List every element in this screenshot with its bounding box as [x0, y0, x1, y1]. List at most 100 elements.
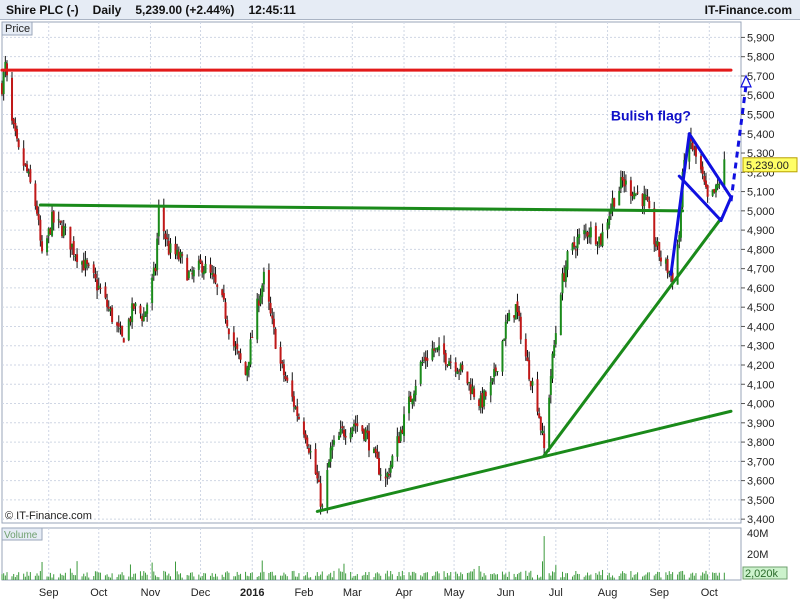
candle-body [169, 243, 172, 253]
y-tick-label: 3,400 [747, 514, 775, 526]
candle-body [29, 169, 32, 183]
candle-body [166, 237, 169, 240]
candle-body [57, 219, 60, 221]
x-tick-label: Aug [598, 587, 618, 599]
y-tick-label: 3,800 [747, 437, 775, 449]
candle-body [559, 294, 562, 335]
candle-body [122, 338, 125, 343]
candle-body [96, 279, 99, 291]
candle-body [421, 361, 424, 363]
candle-body [106, 299, 109, 307]
candle-body [337, 435, 340, 440]
y-tick-label: 4,100 [747, 379, 775, 391]
candle-body [316, 472, 319, 479]
volume-axis-label: 40M [747, 528, 768, 540]
y-tick-label: 4,000 [747, 399, 775, 411]
candle-body [104, 286, 107, 298]
candle-body [34, 183, 37, 207]
candle-body [634, 193, 637, 195]
candle-body [723, 159, 726, 186]
y-tick-label: 4,200 [747, 360, 775, 372]
y-tick-label: 3,500 [747, 495, 775, 507]
candle-body [636, 192, 639, 194]
candle-body [531, 381, 534, 386]
candle-body [86, 260, 89, 265]
x-tick-label: Feb [294, 587, 313, 599]
candle-body [317, 479, 320, 483]
candle-body [46, 238, 49, 253]
x-tick-label: Sep [649, 587, 669, 599]
x-tick-label: Mar [343, 587, 362, 599]
candle-body [496, 371, 499, 373]
x-tick-label: Apr [395, 587, 412, 599]
candle-body [216, 284, 219, 287]
y-tick-label: 5,700 [747, 71, 775, 83]
candle-body [519, 316, 522, 340]
y-tick-label: 4,300 [747, 341, 775, 353]
candle-body [279, 347, 282, 364]
candle-body [391, 455, 394, 468]
candle-body [36, 205, 39, 214]
candle-body [414, 385, 417, 396]
candle-body [249, 339, 252, 365]
candle-body [232, 332, 235, 347]
candle-body [87, 264, 90, 266]
candle-body [121, 325, 124, 337]
candle-body [653, 208, 656, 245]
y-tick-label: 4,500 [747, 302, 775, 314]
candle-body [456, 371, 459, 374]
candle-body [314, 449, 317, 474]
candle-body [157, 206, 160, 237]
candle-body [438, 345, 441, 351]
y-tick-label: 3,700 [747, 456, 775, 468]
candle-body [501, 341, 504, 372]
candle-body [209, 264, 212, 273]
y-tick-label: 4,900 [747, 225, 775, 237]
candle-body [601, 231, 604, 247]
candle-body [701, 166, 704, 175]
candle-body [272, 318, 275, 328]
candle-body [107, 306, 110, 309]
y-tick-label: 4,700 [747, 264, 775, 276]
candle-body [503, 339, 506, 341]
candle-body [139, 305, 142, 314]
candle-body [11, 77, 14, 121]
candle-body [227, 328, 230, 335]
candle-body [271, 315, 274, 319]
x-tick-label: Nov [141, 587, 161, 599]
y-tick-label: 5,400 [747, 129, 775, 141]
candle-body [156, 238, 159, 270]
candle-body [239, 353, 242, 360]
volume-axis-label: 20M [747, 549, 768, 561]
x-tick-label: Oct [90, 587, 107, 599]
candle-body [39, 219, 42, 241]
candle-body [291, 380, 294, 397]
candle-body [189, 270, 192, 272]
candle-body [633, 192, 636, 199]
candle-body [574, 249, 577, 251]
candle-body [261, 285, 264, 297]
candle-body [468, 382, 471, 384]
candle-body [484, 391, 487, 397]
candle-body [99, 287, 102, 290]
candle-body [339, 428, 342, 435]
candle-body [72, 241, 75, 255]
x-tick-label: 2016 [240, 587, 264, 599]
candle-body [618, 190, 621, 206]
candle-body [419, 361, 422, 384]
candle-body [92, 264, 95, 273]
candle-body [553, 345, 556, 356]
candle-body [549, 376, 552, 395]
candle-body [281, 361, 284, 364]
candle-body [292, 396, 295, 407]
candle-body [589, 227, 592, 238]
price-chart: 3,400 3,500 3,600 3,700 3,800 3,900 4,000 4,100… [0, 21, 798, 599]
candle-body [691, 142, 694, 150]
y-tick-label: 3,600 [747, 476, 775, 488]
candle-body [306, 437, 309, 447]
candle-body [473, 388, 476, 397]
candle-body [269, 302, 272, 314]
candle-body [576, 236, 579, 249]
volume-pane [1, 527, 742, 581]
candle-body [309, 451, 312, 453]
